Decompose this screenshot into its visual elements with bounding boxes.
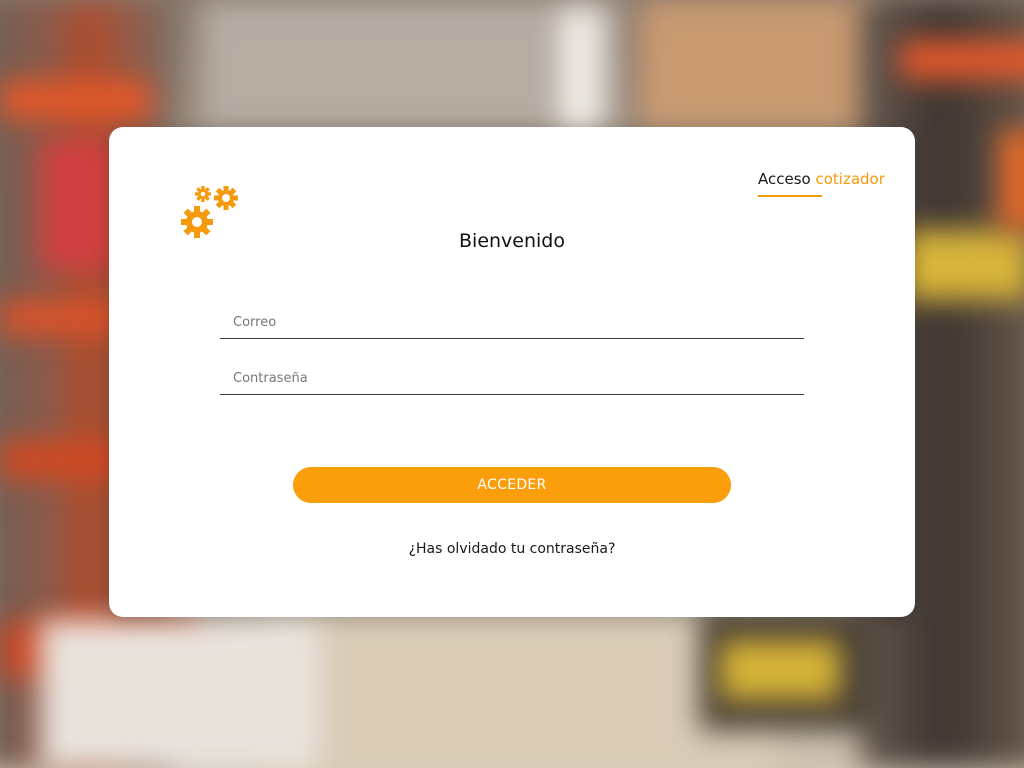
tab-prefix-label: Acceso: [758, 170, 811, 188]
forgot-password-link[interactable]: ¿Has olvidado tu contraseña?: [109, 541, 915, 557]
tab-acceso-cotizador[interactable]: Acceso cotizador: [758, 170, 885, 188]
active-tab-indicator: [758, 195, 822, 197]
login-button[interactable]: ACCEDER: [293, 467, 731, 503]
email-field[interactable]: [220, 307, 804, 339]
page-title: Bienvenido: [459, 230, 565, 252]
login-card: Acceso cotizador Bienvenido ACCEDER ¿Has…: [109, 127, 915, 617]
tab-accent-label: cotizador: [815, 170, 885, 188]
password-field[interactable]: [220, 363, 804, 395]
